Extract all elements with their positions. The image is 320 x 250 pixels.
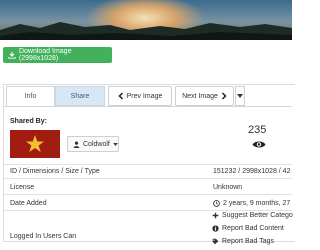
plus-icon	[212, 212, 219, 219]
download-icon	[8, 51, 16, 59]
suggest-category-label: Suggest Better Catego	[222, 212, 293, 219]
prev-image-button[interactable]: Prev Image	[108, 86, 172, 106]
tab-info[interactable]: Info	[6, 86, 55, 106]
report-content-label: Report Bad Content	[222, 225, 284, 232]
detail-row-id: ID / Dimensions / Size / Type 151232 / 2…	[3, 164, 292, 178]
id-dimensions-label: ID / Dimensions / Size / Type	[10, 168, 100, 175]
prev-image-label: Prev Image	[126, 92, 163, 100]
license-value: Unknown	[213, 184, 243, 191]
caret-down-icon	[113, 142, 118, 146]
user-icon	[73, 140, 80, 148]
tab-divider	[3, 106, 292, 107]
date-added-value: 2 years, 9 months, 27	[213, 200, 290, 207]
detail-row-date: Date Added 2 years, 9 months, 27	[3, 194, 292, 210]
report-bad-content-link[interactable]: Report Bad Content	[212, 225, 284, 232]
user-thumbnail[interactable]	[10, 130, 60, 158]
id-dimensions-value: 151232 / 2998x1028 / 42	[213, 168, 291, 175]
tab-bar: Info Share Prev Image Next Image	[6, 86, 245, 106]
download-label: Download Image (2998x1028)	[18, 48, 72, 62]
username-label: Coldwolf	[83, 140, 110, 148]
chevron-left-icon	[118, 92, 123, 100]
logged-in-label: Logged In Users Can	[10, 233, 77, 240]
caret-down-icon	[237, 94, 243, 98]
tab-share-label: Share	[70, 92, 90, 100]
date-added-text: 2 years, 9 months, 27	[223, 200, 291, 207]
view-count: 235	[248, 124, 267, 136]
wallpaper-banner	[0, 0, 292, 40]
download-image-button[interactable]: Download Image (2998x1028)	[3, 47, 112, 63]
date-added-label: Date Added	[10, 200, 47, 207]
shared-by-label: Shared By:	[10, 118, 47, 125]
clock-icon	[213, 200, 220, 207]
user-dropdown-button[interactable]: Coldwolf	[67, 136, 119, 152]
tab-share[interactable]: Share	[55, 86, 105, 106]
info-icon	[212, 225, 219, 232]
next-image-label: Next Image	[182, 92, 218, 100]
detail-row-license: License Unknown	[3, 178, 292, 194]
chevron-right-icon	[221, 92, 227, 100]
tab-info-label: Info	[24, 93, 37, 100]
suggest-category-link[interactable]: Suggest Better Catego	[212, 212, 293, 219]
license-label: License	[10, 184, 35, 191]
next-image-button[interactable]: Next Image	[175, 86, 234, 106]
more-images-dropdown[interactable]	[235, 86, 245, 106]
eye-icon	[252, 141, 266, 148]
